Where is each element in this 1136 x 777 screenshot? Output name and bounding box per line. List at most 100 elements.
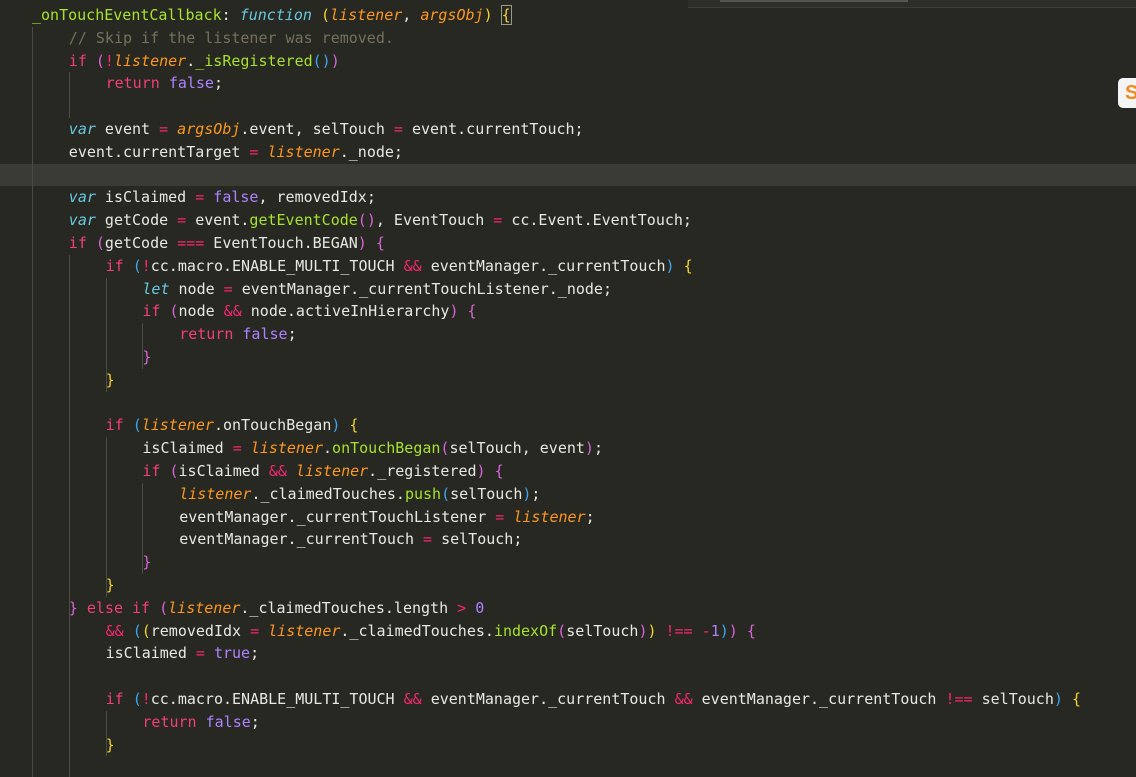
code-token: ( — [132, 416, 142, 435]
code-token: selTouch — [972, 690, 1054, 708]
code-token: { — [1071, 690, 1081, 708]
code-token: . — [323, 439, 333, 458]
code-token: = — [223, 279, 233, 298]
code-token: var — [68, 211, 96, 230]
code-line[interactable]: if (getCode === EventTouch.BEGAN) { — [0, 232, 1136, 255]
code-line[interactable]: && ((removedIdx = listener._claimedTouch… — [0, 620, 1136, 643]
code-token: , — [402, 6, 421, 24]
code-token: if — [68, 234, 87, 252]
code-token: getCode — [104, 234, 178, 252]
side-badge-icon[interactable]: S — [1118, 78, 1136, 108]
code-line[interactable]: listener._claimedTouches.push(selTouch); — [0, 483, 1136, 506]
code-token: listener — [268, 621, 341, 640]
scrollbar-thumb[interactable] — [720, 0, 908, 2]
code-line-content: isClaimed = listener.onTouchBegan(selTou… — [142, 437, 603, 460]
code-token: false — [242, 325, 288, 344]
code-token: selTouch, event — [449, 439, 585, 458]
code-line[interactable]: if (!cc.macro.ENABLE_MULTI_TOUCH && even… — [0, 255, 1136, 278]
code-token: ( — [95, 234, 105, 252]
code-line-content: if (node && node.activeInHierarchy) { — [142, 300, 476, 323]
code-line-content: listener._claimedTouches.push(selTouch); — [179, 483, 540, 506]
code-token: selTouch; — [432, 530, 523, 549]
editor-top-scrollbar[interactable] — [688, 0, 1136, 8]
code-line[interactable] — [0, 163, 1136, 187]
code-token: false — [213, 188, 259, 207]
code-editor[interactable]: _onTouchEventCallback: function (listene… — [0, 0, 1136, 777]
code-token: event — [95, 120, 160, 138]
code-token: event.currentTarget — [68, 142, 250, 161]
code-token: . — [186, 51, 196, 70]
code-token: push — [404, 484, 442, 503]
code-line[interactable]: if (!listener._isRegistered()) — [0, 50, 1136, 73]
code-token: ) — [330, 51, 340, 70]
code-token: = — [195, 188, 205, 207]
code-line[interactable]: return false; — [0, 711, 1136, 734]
code-token: false — [168, 74, 214, 93]
code-line[interactable]: var isClaimed = false, removedIdx; — [0, 186, 1136, 209]
code-line[interactable] — [0, 392, 1136, 415]
code-token: = — [159, 120, 169, 138]
code-line[interactable]: // Skip if the listener was removed. — [0, 27, 1136, 50]
code-line[interactable]: } — [0, 369, 1136, 392]
code-token: listener — [179, 484, 252, 503]
code-line-content: event.currentTarget = listener._node; — [69, 141, 403, 164]
code-token: if — [142, 302, 161, 321]
code-token: eventManager._currentTouch — [421, 690, 675, 708]
code-line[interactable]: return false; — [0, 323, 1136, 346]
code-token: listener — [113, 51, 187, 70]
code-line-content: if (listener.onTouchBegan) { — [106, 414, 359, 437]
code-line-content: if (isClaimed && listener._registered) { — [142, 460, 503, 483]
code-line[interactable]: } — [0, 346, 1136, 369]
code-line[interactable]: isClaimed = true; — [0, 642, 1136, 665]
code-token: !== — [665, 621, 693, 640]
code-token: ; — [250, 644, 260, 663]
code-token: = — [495, 507, 505, 526]
code-token: ! — [141, 256, 151, 275]
code-line[interactable]: if (isClaimed && listener._registered) { — [0, 460, 1136, 483]
code-line[interactable]: if (listener.onTouchBegan) { — [0, 414, 1136, 437]
code-token: if — [105, 690, 124, 708]
code-token: isClaimed — [95, 188, 196, 207]
code-token: ( — [95, 51, 105, 70]
code-token: event.currentTouch; — [402, 120, 584, 138]
code-token: ; — [250, 712, 260, 731]
code-token: return — [179, 325, 234, 344]
code-token: var — [68, 188, 96, 207]
code-line[interactable]: eventManager._currentTouch = selTouch; — [0, 528, 1136, 551]
code-token: isClaimed — [142, 439, 233, 458]
code-line[interactable]: } else if (listener._claimedTouches.leng… — [0, 597, 1136, 620]
code-token: && — [268, 462, 287, 480]
code-token: ) — [483, 6, 493, 24]
code-line-content: var event = argsObj.event, selTouch = ev… — [69, 118, 584, 141]
code-token: ; — [531, 484, 541, 503]
code-line[interactable] — [0, 95, 1136, 118]
code-line[interactable] — [0, 665, 1136, 688]
code-token: if — [105, 256, 124, 275]
code-line[interactable]: let node = eventManager._currentTouchLis… — [0, 278, 1136, 301]
code-token: = — [393, 120, 403, 138]
code-line[interactable]: } — [0, 574, 1136, 597]
code-line[interactable]: eventManager._currentTouchListener = lis… — [0, 506, 1136, 529]
code-token: return — [142, 712, 197, 731]
indent-guide — [105, 437, 107, 597]
code-line[interactable]: } — [0, 551, 1136, 574]
code-line[interactable]: var getCode = event.getEventCode(), Even… — [0, 209, 1136, 232]
code-line[interactable]: if (node && node.activeInHierarchy) { — [0, 300, 1136, 323]
code-token: ) — [728, 621, 738, 640]
code-token: cc.macro.ENABLE_MULTI_TOUCH — [150, 690, 404, 708]
code-line[interactable]: if (!cc.macro.ENABLE_MULTI_TOUCH && even… — [0, 688, 1136, 711]
code-line[interactable]: return false; — [0, 72, 1136, 95]
code-line[interactable]: isClaimed = listener.onTouchBegan(selTou… — [0, 437, 1136, 460]
code-line[interactable]: var event = argsObj.event, selTouch = ev… — [0, 118, 1136, 141]
code-token: } — [105, 576, 115, 594]
code-line[interactable]: } — [0, 734, 1136, 757]
code-line-content: } — [106, 574, 115, 597]
code-token: listener — [250, 439, 324, 458]
code-line[interactable]: event.currentTarget = listener._node; — [0, 141, 1136, 164]
